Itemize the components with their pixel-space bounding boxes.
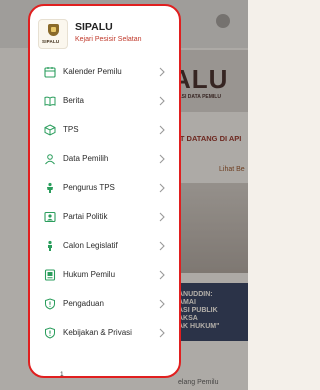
complaint-icon: [45, 298, 55, 310]
menu-item-data-pemilih[interactable]: Data Pemilih: [30, 145, 179, 174]
logo-emblem-icon: [48, 24, 59, 36]
menu-item-calon-legislatif[interactable]: Calon Legislatif: [30, 232, 179, 261]
menu-item-partai-politik[interactable]: Partai Politik: [30, 203, 179, 232]
chevron-right-icon: [159, 270, 165, 280]
menu-item-label: Pengaduan: [63, 299, 104, 308]
menu-item-label: Pengurus TPS: [63, 183, 115, 192]
chevron-right-icon: [159, 299, 165, 309]
menu-item-label: Calon Legislatif: [63, 241, 118, 250]
screen: ALU ASI DATA PEMILU AT DATANG DI API Lih…: [0, 0, 248, 390]
chevron-right-icon: [159, 125, 165, 135]
menu-item-label: Partai Politik: [63, 212, 108, 221]
person-icon: [45, 154, 55, 165]
chevron-right-icon: [159, 183, 165, 193]
menu-item-label: TPS: [63, 125, 79, 134]
chevron-right-icon: [159, 212, 165, 222]
chevron-right-icon: [159, 96, 165, 106]
menu-item-label: Kalender Pemilu: [63, 67, 122, 76]
menu-item-kebijakan-privasi[interactable]: Kebijakan & Privasi: [30, 319, 179, 348]
app-subtitle: Kejari Pesisir Selatan: [75, 36, 142, 43]
menu-item-hukum-pemilu[interactable]: Hukum Pemilu: [30, 261, 179, 290]
menu-item-tps[interactable]: TPS: [30, 116, 179, 145]
drawer-header: SIPALU SIPALU Kejari Pesisir Selatan: [38, 17, 178, 51]
book-icon: [44, 96, 56, 107]
navigation-drawer: SIPALU SIPALU Kejari Pesisir Selatan Kal…: [28, 4, 181, 378]
chevron-right-icon: [159, 67, 165, 77]
app-logo: SIPALU: [38, 19, 68, 49]
candidate-icon: [48, 240, 52, 251]
menu-item-label: Berita: [63, 96, 84, 105]
app-name: SIPALU: [75, 21, 113, 33]
menu-item-label: Hukum Pemilu: [63, 270, 116, 279]
chevron-right-icon: [159, 328, 165, 338]
menu-item-kalender-pemilu[interactable]: Kalender Pemilu: [30, 58, 179, 87]
officer-icon: [47, 182, 53, 193]
calendar-icon: [44, 67, 56, 78]
box-icon: [44, 124, 56, 136]
law-icon: [44, 269, 56, 281]
app-version: 1: [60, 371, 64, 378]
logo-word: SIPALU: [42, 39, 60, 44]
menu-item-pengurus-tps[interactable]: Pengurus TPS: [30, 174, 179, 203]
party-icon: [44, 211, 56, 223]
menu-item-label: Kebijakan & Privasi: [63, 328, 132, 337]
drawer-menu: Kalender Pemilu Berita TPS Data Pemilih: [30, 58, 179, 348]
chevron-right-icon: [159, 154, 165, 164]
menu-item-pengaduan[interactable]: Pengaduan: [30, 290, 179, 319]
menu-item-berita[interactable]: Berita: [30, 87, 179, 116]
shield-icon: [45, 327, 55, 339]
chevron-right-icon: [159, 241, 165, 251]
menu-item-label: Data Pemilih: [63, 154, 109, 163]
